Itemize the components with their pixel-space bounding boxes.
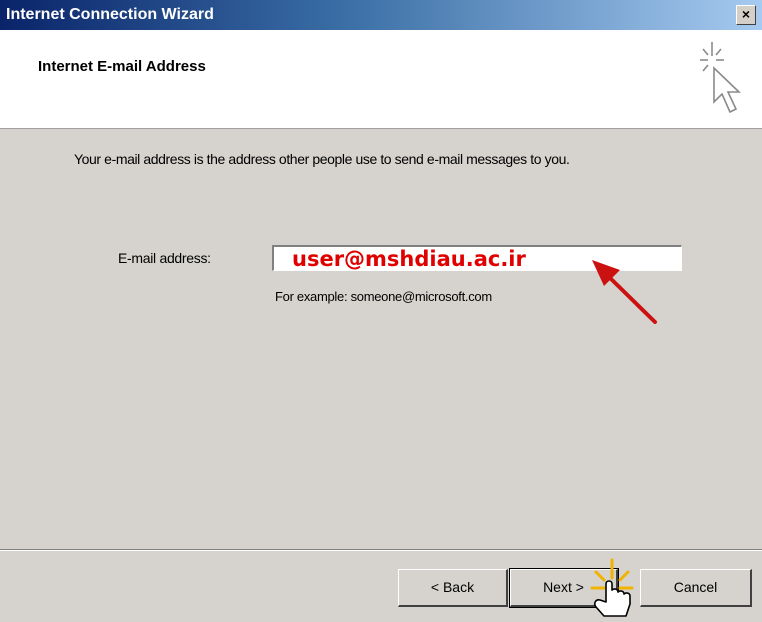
wizard-body: Your e-mail address is the address other… xyxy=(0,129,762,622)
page-title: Internet E-mail Address xyxy=(38,58,206,75)
email-value-annotation: user@mshdiau.ac.ir xyxy=(292,247,526,271)
next-button[interactable]: Next > xyxy=(509,568,619,608)
email-label: E-mail address: xyxy=(118,250,211,266)
title-bar: Internet Connection Wizard × xyxy=(0,0,762,30)
close-button[interactable]: × xyxy=(736,5,756,25)
wizard-header: Internet E-mail Address xyxy=(0,30,762,129)
cancel-button[interactable]: Cancel xyxy=(640,569,752,607)
example-hint: For example: someone@microsoft.com xyxy=(275,289,492,304)
wizard-cursor-sparkle-icon xyxy=(700,42,741,114)
footer-separator xyxy=(0,549,762,551)
back-button[interactable]: < Back xyxy=(398,569,508,607)
window-title: Internet Connection Wizard xyxy=(6,6,214,23)
intro-text: Your e-mail address is the address other… xyxy=(74,151,570,167)
